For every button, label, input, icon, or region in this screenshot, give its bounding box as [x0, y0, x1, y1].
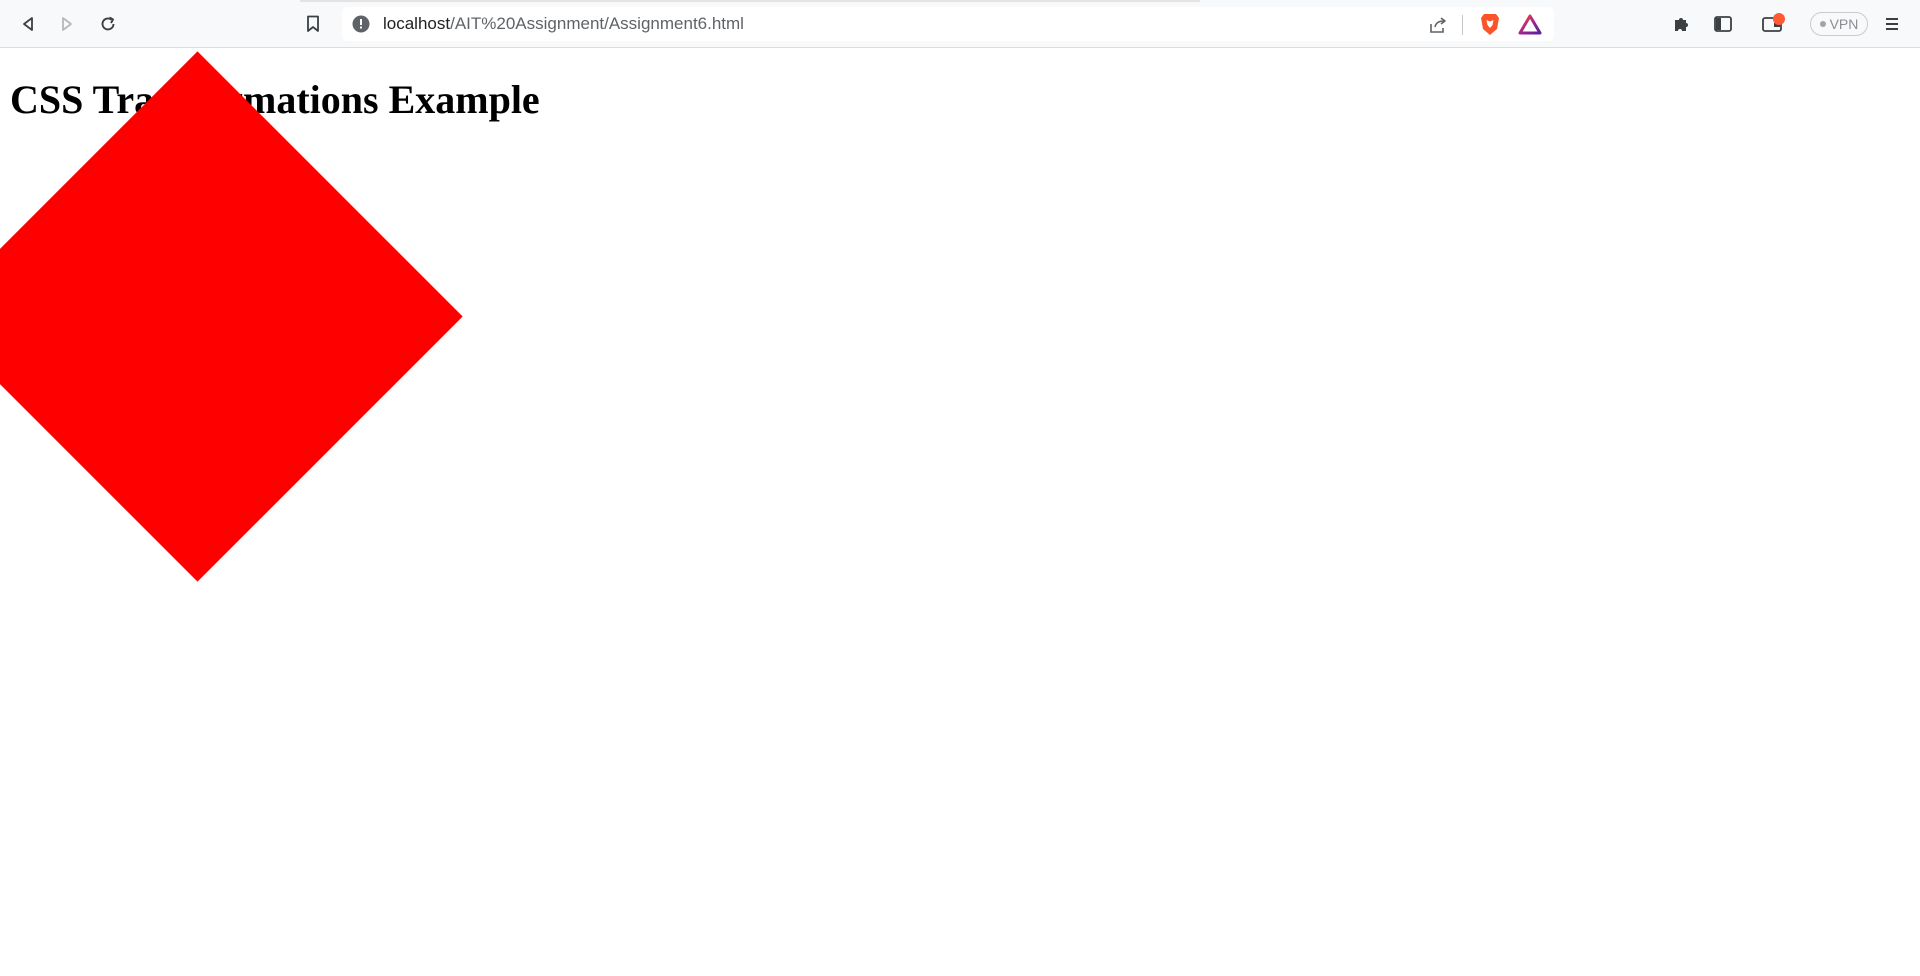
- forward-button[interactable]: [53, 10, 81, 38]
- tab-strip-edge: [300, 0, 1200, 2]
- hamburger-menu-icon: [1885, 16, 1899, 32]
- url-text[interactable]: localhost/AIT%20Assignment/Assignment6.h…: [383, 14, 744, 34]
- brave-lion-icon[interactable]: [1478, 12, 1502, 36]
- info-icon[interactable]: [352, 15, 370, 33]
- puzzle-icon: [1673, 15, 1691, 33]
- browser-toolbar: localhost/AIT%20Assignment/Assignment6.h…: [0, 0, 1920, 48]
- extensions-button[interactable]: [1668, 10, 1696, 38]
- reload-icon: [99, 15, 117, 33]
- bookmark-button[interactable]: [299, 10, 327, 38]
- address-bar[interactable]: localhost/AIT%20Assignment/Assignment6.h…: [342, 7, 1554, 41]
- back-button[interactable]: [14, 10, 42, 38]
- rotated-red-box: [0, 51, 463, 582]
- page-viewport: CSS Transformations Example: [0, 48, 1920, 976]
- rewards-triangle-icon[interactable]: [1518, 13, 1542, 37]
- sidebar-button[interactable]: [1709, 10, 1737, 38]
- sidebar-icon: [1714, 16, 1732, 32]
- page-title: CSS Transformations Example: [10, 77, 540, 122]
- bookmark-icon: [306, 15, 320, 33]
- menu-button[interactable]: [1878, 10, 1906, 38]
- back-arrow-icon: [20, 16, 36, 32]
- vpn-label: VPN: [1829, 16, 1859, 32]
- wallet-notification-badge: [1773, 13, 1785, 25]
- url-host: localhost: [383, 14, 451, 33]
- url-path: /AIT%20Assignment/Assignment6.html: [450, 14, 744, 33]
- wallet-icon: [1762, 13, 1785, 33]
- address-bar-divider: [1462, 15, 1463, 35]
- vpn-status-dot: [1819, 21, 1826, 27]
- share-icon[interactable]: [1427, 14, 1449, 36]
- forward-arrow-icon: [59, 16, 75, 32]
- vpn-button[interactable]: VPN: [1810, 12, 1868, 36]
- reload-button[interactable]: [94, 10, 122, 38]
- wallet-button[interactable]: [1758, 10, 1786, 38]
